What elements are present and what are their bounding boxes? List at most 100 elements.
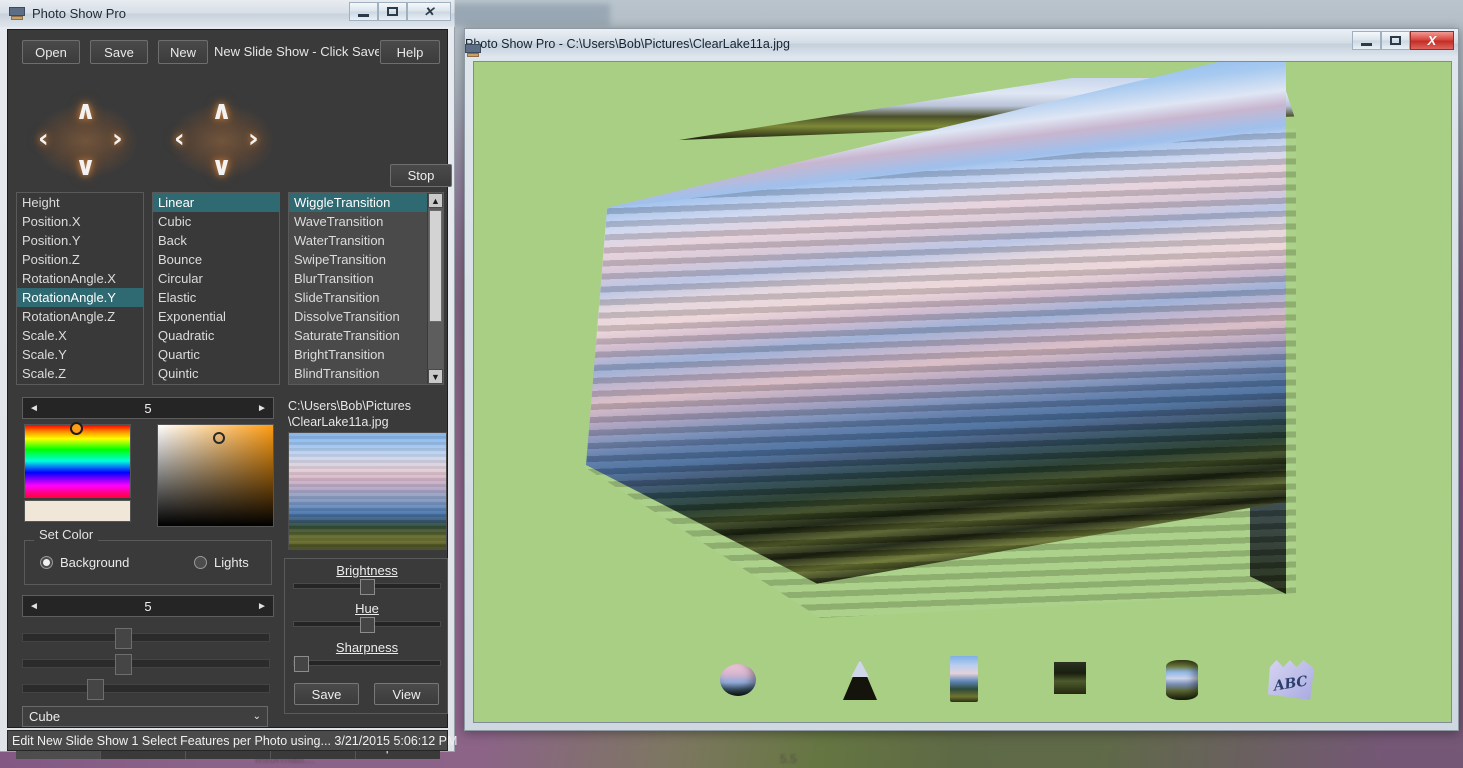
scrollbar-thumb[interactable] <box>429 210 442 322</box>
slider-thumb[interactable] <box>87 679 104 700</box>
list-item-selected[interactable]: RotationAngle.Y <box>17 288 143 307</box>
close-button[interactable]: X <box>1410 31 1454 50</box>
property-listbox[interactable]: Height Position.X Position.Y Position.Z … <box>16 192 144 385</box>
chevron-left-icon[interactable]: ‹ <box>38 126 49 152</box>
slider-thumb[interactable] <box>360 579 375 595</box>
list-item[interactable]: SaturateTransition <box>289 326 429 345</box>
new-button[interactable]: New <box>158 40 208 64</box>
list-item[interactable]: RotationAngle.Z <box>17 307 143 326</box>
file-path-line-1: C:\Users\Bob\Pictures <box>288 398 448 414</box>
saturation-value-knob[interactable] <box>213 432 225 444</box>
scroll-down-icon[interactable]: ▼ <box>428 369 443 384</box>
slider-thumb[interactable] <box>115 654 132 675</box>
list-item[interactable]: Back <box>153 231 279 250</box>
transform-slider-3[interactable] <box>22 684 270 693</box>
plane-shape-thumb[interactable] <box>938 656 990 702</box>
list-item[interactable]: Position.Z <box>17 250 143 269</box>
minimize-button[interactable] <box>349 2 378 21</box>
list-item[interactable]: SwipeTransition <box>289 250 429 269</box>
list-item[interactable]: Quintic <box>153 364 279 383</box>
slider-thumb[interactable] <box>360 617 375 633</box>
list-item[interactable]: Scale.Y <box>17 345 143 364</box>
shape-select[interactable]: Cube ⌄ <box>22 706 268 727</box>
chevron-right-icon[interactable]: › <box>248 126 259 152</box>
open-button[interactable]: Open <box>22 40 80 64</box>
chevron-left-icon[interactable]: ‹ <box>174 126 185 152</box>
list-item[interactable]: Cubic <box>153 212 279 231</box>
list-item[interactable]: Width <box>17 383 143 385</box>
transform-slider-2[interactable] <box>22 659 270 668</box>
chevron-down-icon[interactable]: ⌄ <box>253 711 261 722</box>
list-item[interactable]: Circular <box>153 269 279 288</box>
list-item[interactable]: Position.X <box>17 212 143 231</box>
list-item[interactable]: Height <box>17 193 143 212</box>
image-shape-thumb[interactable] <box>1044 656 1096 702</box>
hue-slider[interactable] <box>293 621 441 627</box>
list-item[interactable]: Quartic <box>153 345 279 364</box>
spinner-left-arrow-icon[interactable]: ◄ <box>23 403 45 414</box>
chevron-up-icon[interactable]: ∧ <box>211 98 232 124</box>
value-spinner-top[interactable]: ◄ 5 ► <box>22 397 274 419</box>
list-item[interactable]: WaterTransition <box>289 231 429 250</box>
list-item[interactable]: Sinusoidal <box>153 383 279 385</box>
list-item-selected[interactable]: WiggleTransition <box>289 193 429 212</box>
spinner-right-arrow-icon[interactable]: ► <box>251 601 273 612</box>
list-item[interactable]: RotationAngle.X <box>17 269 143 288</box>
text-shape-thumb[interactable]: ABC <box>1264 656 1316 702</box>
minimize-button[interactable] <box>1352 31 1381 50</box>
render-canvas[interactable]: ABC <box>473 61 1452 723</box>
adjustments-view-button[interactable]: View <box>374 683 439 705</box>
list-item[interactable]: Exponential <box>153 307 279 326</box>
sphere-shape-thumb[interactable] <box>712 656 764 702</box>
list-item[interactable]: BlindTransition <box>289 364 429 383</box>
photo-thumbnail[interactable] <box>288 432 447 550</box>
transition-list-scrollbar[interactable]: ▲ ▼ <box>427 193 443 384</box>
transform-slider-1[interactable] <box>22 633 270 642</box>
spinner-right-arrow-icon[interactable]: ► <box>251 403 273 414</box>
hue-gradient-strip[interactable] <box>24 424 131 498</box>
hue-selector-knob[interactable] <box>70 422 83 435</box>
list-item[interactable]: BlurTransition <box>289 269 429 288</box>
chevron-up-icon[interactable]: ∧ <box>75 98 96 124</box>
adjustments-save-button[interactable]: Save <box>294 683 359 705</box>
slider-thumb[interactable] <box>115 628 132 649</box>
sharpness-slider[interactable] <box>293 660 441 666</box>
list-item[interactable]: DissolveTransition <box>289 307 429 326</box>
list-item[interactable]: Quadratic <box>153 326 279 345</box>
cylinder-shape-thumb[interactable] <box>1156 656 1208 702</box>
list-item-selected[interactable]: Linear <box>153 193 279 212</box>
help-button[interactable]: Help <box>380 40 440 64</box>
radio-background[interactable]: Background <box>40 555 129 570</box>
value-spinner-bottom[interactable]: ◄ 5 ► <box>22 595 274 617</box>
camera-move-dpad[interactable]: ∧ ∨ ‹ › <box>166 102 278 180</box>
brightness-slider[interactable] <box>293 583 441 589</box>
cone-shape-thumb[interactable] <box>834 656 886 702</box>
object-move-dpad[interactable]: ∧ ∨ ‹ › <box>30 102 142 180</box>
list-item[interactable]: Position.Y <box>17 231 143 250</box>
scroll-up-icon[interactable]: ▲ <box>428 193 443 208</box>
viewer-titlebar[interactable]: Photo Show Pro - C:\Users\Bob\Pictures\C… <box>465 29 1458 58</box>
slider-thumb[interactable] <box>294 656 309 672</box>
chevron-down-icon[interactable]: ∨ <box>75 154 96 180</box>
save-button[interactable]: Save <box>90 40 148 64</box>
list-item[interactable]: SlideTransition <box>289 288 429 307</box>
stop-button[interactable]: Stop <box>390 164 452 187</box>
list-item[interactable]: Scale.Z <box>17 364 143 383</box>
list-item[interactable]: Scale.X <box>17 326 143 345</box>
transition-listbox[interactable]: WiggleTransition WaveTransition WaterTra… <box>288 192 444 385</box>
list-item[interactable]: Bounce <box>153 250 279 269</box>
textured-cube-object[interactable] <box>474 62 1452 723</box>
chevron-right-icon[interactable]: › <box>112 126 123 152</box>
chevron-down-icon[interactable]: ∨ <box>211 154 232 180</box>
maximize-button[interactable] <box>1381 31 1410 50</box>
list-item[interactable]: WaveTransition <box>289 212 429 231</box>
close-button[interactable]: ✕ <box>407 2 451 21</box>
list-item[interactable]: LineTransition <box>289 383 429 385</box>
list-item[interactable]: BrightTransition <box>289 345 429 364</box>
easing-listbox[interactable]: Linear Cubic Back Bounce Circular Elasti… <box>152 192 280 385</box>
list-item[interactable]: Elastic <box>153 288 279 307</box>
maximize-button[interactable] <box>378 2 407 21</box>
radio-lights[interactable]: Lights <box>194 555 249 570</box>
left-window-titlebar[interactable]: Photo Show Pro ✕ <box>0 0 455 27</box>
spinner-left-arrow-icon[interactable]: ◄ <box>23 601 45 612</box>
